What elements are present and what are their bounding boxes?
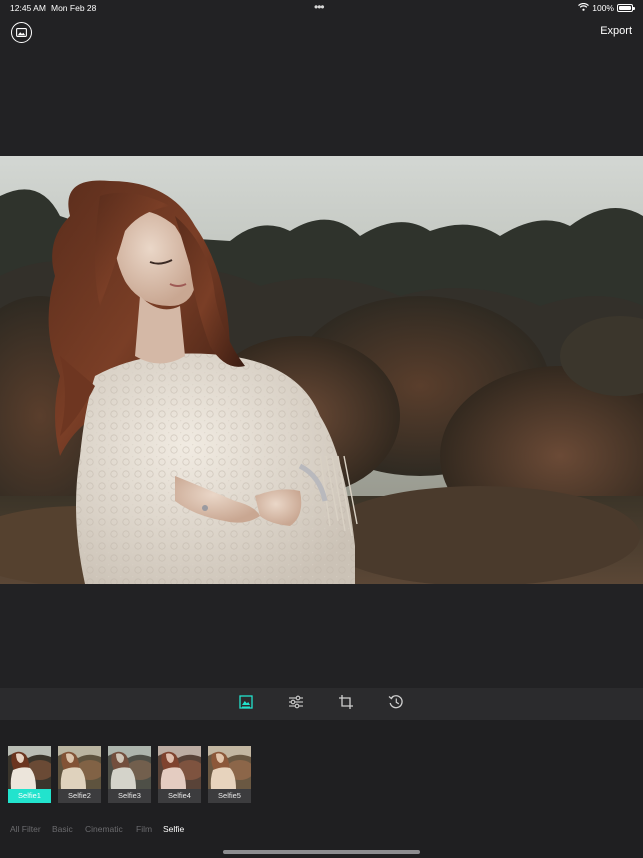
category-tab-selfie[interactable]: Selfie [163,824,184,834]
filters-tool-button[interactable] [237,694,255,714]
category-tab-basic[interactable]: Basic [52,824,73,834]
image-filter-icon [239,694,253,714]
adjust-tool-button[interactable] [287,695,305,713]
photo-preview[interactable] [0,156,643,584]
status-date: Mon Feb 28 [51,3,97,13]
filter-thumbnail [58,746,101,789]
filter-thumbnail [208,746,251,789]
filter-item-selfie3[interactable]: Selfie3 [108,746,151,803]
portrait-photo [0,156,643,584]
filter-item-selfie1[interactable]: Selfie1 [8,746,51,803]
category-tab-all-filter[interactable]: All Filter [10,824,41,834]
filter-item-selfie2[interactable]: Selfie2 [58,746,101,803]
edit-toolbar [0,688,643,720]
filter-thumbnail [158,746,201,789]
status-time: 12:45 AM [10,3,46,13]
filter-item-selfie5[interactable]: Selfie5 [208,746,251,803]
filter-label: Selfie3 [108,789,151,803]
category-tab-film[interactable]: Film [136,824,152,834]
filter-label: Selfie2 [58,789,101,803]
category-tab-cinematic[interactable]: Cinematic [85,824,123,834]
battery-icon [617,4,635,12]
crop-icon [338,694,354,715]
multitask-dots[interactable]: ••• [314,0,325,14]
filter-item-selfie4[interactable]: Selfie4 [158,746,201,803]
filters-panel: Selfie1 Selfie2 Selfie3 Selfie4 Selfie5 All … [0,720,643,858]
filter-thumbnail [8,746,51,789]
history-icon [388,694,404,715]
photo-gallery-button[interactable] [11,22,32,43]
export-button[interactable]: Export [600,25,632,37]
filter-label: Selfie1 [8,789,51,803]
filter-thumbnail [108,746,151,789]
filter-label: Selfie5 [208,789,251,803]
status-right: 100% [578,2,635,13]
photo-gallery-icon [16,24,27,42]
wifi-icon [578,2,590,13]
history-tool-button[interactable] [387,694,405,715]
status-bar: 12:45 AM Mon Feb 28 ••• 100% [0,0,643,16]
battery-percent: 100% [592,3,614,13]
top-bar: Export [0,18,643,48]
crop-tool-button[interactable] [337,694,355,715]
sliders-icon [288,695,304,714]
filter-label: Selfie4 [158,789,201,803]
home-indicator[interactable] [223,850,420,854]
